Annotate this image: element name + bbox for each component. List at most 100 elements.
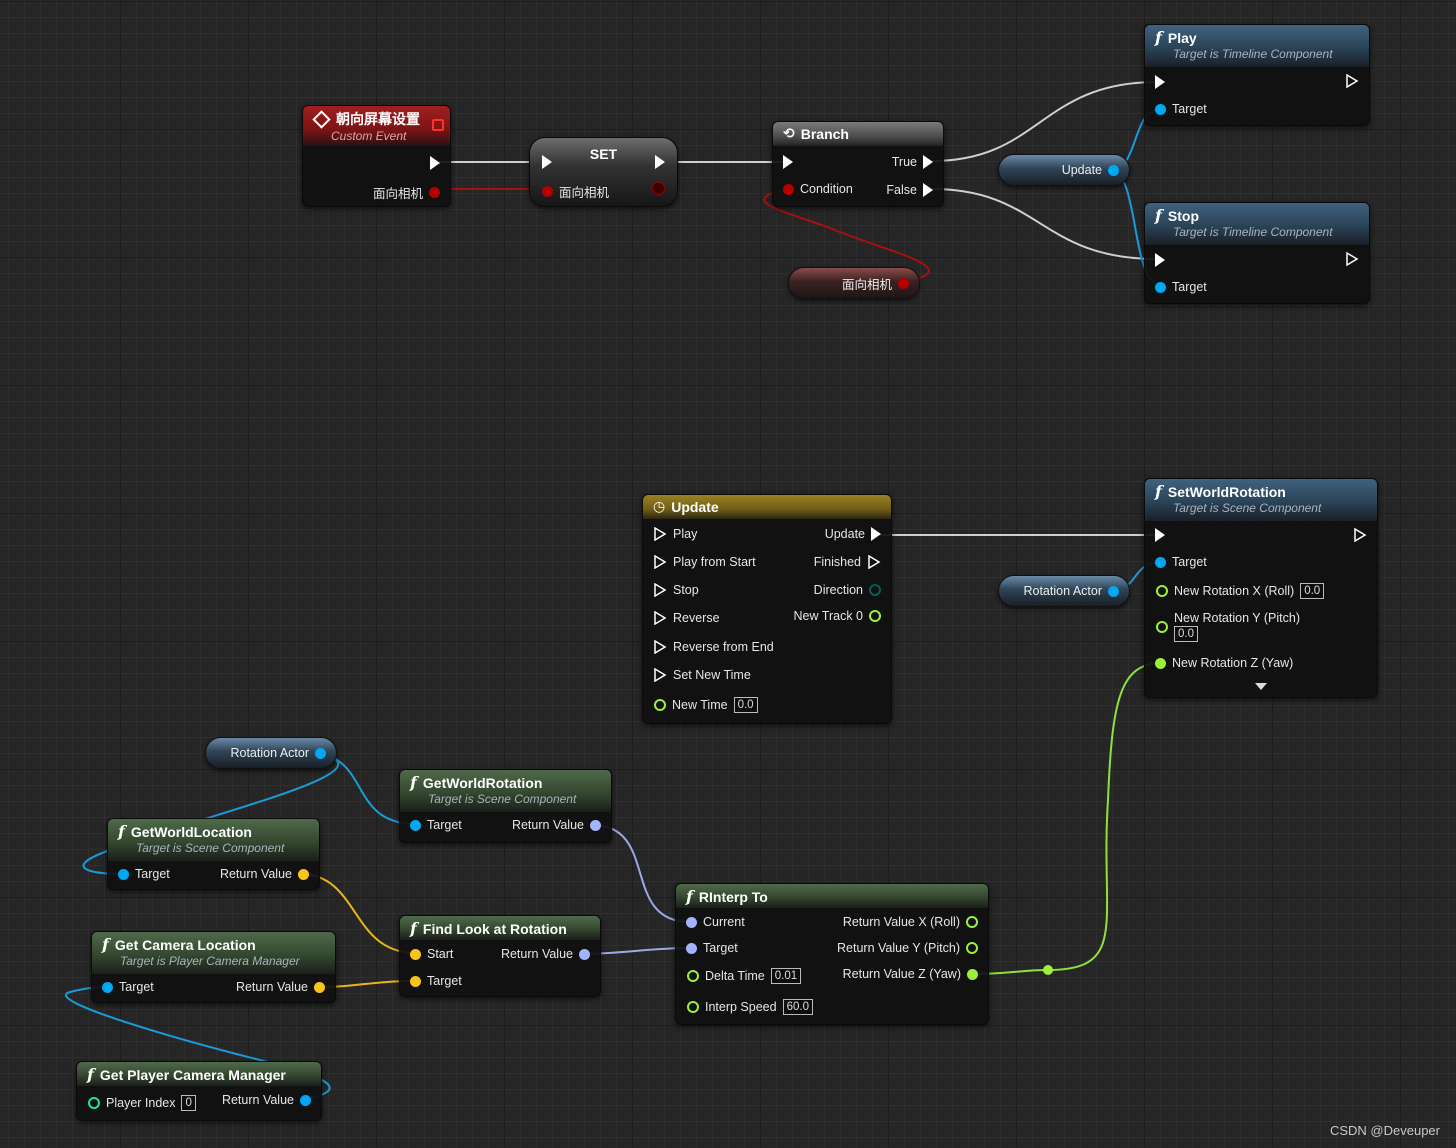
- float-out-pin-connected[interactable]: [967, 968, 978, 980]
- wire-exec-true-play: [931, 81, 1158, 162]
- custom-event-node[interactable]: 朝向屏幕设置 Custom Event 面向相机: [302, 105, 451, 207]
- facing-camera-variable[interactable]: 面向相机: [788, 267, 920, 299]
- exec-out-pin[interactable]: [1345, 74, 1359, 88]
- play-node[interactable]: f Play Target is Timeline Component Targe…: [1144, 24, 1370, 126]
- function-icon: f: [410, 919, 417, 938]
- set-node[interactable]: SET 面向相机: [529, 137, 678, 207]
- float-in-pin[interactable]: [1156, 621, 1168, 633]
- rotation-actor-variable[interactable]: Rotation Actor: [205, 737, 337, 769]
- target-pin[interactable]: [1155, 103, 1166, 115]
- exec-in-pin[interactable]: [653, 527, 667, 541]
- delta-time-field[interactable]: 0.01: [770, 968, 802, 984]
- bool-out-pin[interactable]: [898, 277, 909, 289]
- rotator-out-pin[interactable]: [590, 819, 601, 831]
- target-pin[interactable]: [1155, 281, 1166, 293]
- rinterp-current-label: Current: [703, 915, 745, 929]
- get-world-rotation-node[interactable]: f GetWorldRotation Target is Scene Compon…: [399, 769, 612, 843]
- function-icon: f: [1155, 28, 1162, 47]
- exec-in-pin[interactable]: [1155, 528, 1165, 542]
- vector-out-pin[interactable]: [314, 981, 325, 993]
- rotation-actor-variable[interactable]: Rotation Actor: [998, 575, 1130, 607]
- rinterp-title: RInterp To: [698, 888, 768, 905]
- float-in-pin[interactable]: [687, 1001, 699, 1013]
- exec-out-pin[interactable]: [867, 555, 881, 569]
- reroute-knot[interactable]: [1043, 965, 1053, 975]
- roll-field[interactable]: 0.0: [1300, 583, 1325, 599]
- pitch-field[interactable]: 0.0: [1174, 626, 1198, 642]
- new-time-field[interactable]: 0.0: [733, 697, 758, 713]
- expand-arrow-icon[interactable]: [1255, 683, 1267, 690]
- bool-out-pin[interactable]: [652, 182, 665, 195]
- exec-out-pin[interactable]: [1353, 528, 1367, 542]
- bool-out-pin[interactable]: [429, 187, 440, 198]
- exec-out-pin[interactable]: [871, 527, 881, 541]
- get-world-location-node[interactable]: f GetWorldLocation Target is Scene Compon…: [107, 818, 320, 890]
- exec-in-pin[interactable]: [653, 583, 667, 597]
- function-icon: f: [686, 887, 693, 906]
- interp-speed-field[interactable]: 60.0: [782, 999, 813, 1015]
- timeline-input-play-from-start: Play from Start: [673, 555, 756, 569]
- exec-out-pin[interactable]: [1345, 252, 1359, 266]
- exec-in-pin[interactable]: [653, 611, 667, 625]
- play-target-label: Target: [1172, 102, 1207, 116]
- rotator-in-pin[interactable]: [686, 942, 697, 954]
- exec-in-pin[interactable]: [542, 155, 552, 169]
- exec-in-pin[interactable]: [653, 555, 667, 569]
- get-player-camera-manager-node[interactable]: f Get Player Camera Manager Player Index 0…: [76, 1061, 322, 1121]
- ret-z-label: Return Value Z (Yaw): [842, 967, 961, 981]
- vector-out-pin[interactable]: [298, 868, 309, 880]
- delegate-pin-icon[interactable]: [432, 119, 444, 131]
- facing-camera-label: 面向相机: [841, 277, 892, 292]
- exec-in-pin[interactable]: [653, 640, 667, 654]
- float-in-pin-connected[interactable]: [1155, 657, 1166, 669]
- float-out-pin[interactable]: [966, 942, 978, 954]
- branch-node[interactable]: ⟲ Branch Condition True False: [772, 121, 944, 207]
- exec-in-pin[interactable]: [1155, 253, 1165, 267]
- target-pin[interactable]: [102, 981, 113, 993]
- object-out-pin[interactable]: [300, 1094, 311, 1106]
- rinterp-to-node[interactable]: f RInterp To Current Target Delta Time 0.0…: [675, 883, 989, 1025]
- bool-in-pin[interactable]: [542, 186, 553, 197]
- enum-out-pin[interactable]: [869, 584, 881, 596]
- stop-title: Stop: [1167, 207, 1199, 224]
- float-out-pin[interactable]: [966, 916, 978, 928]
- vector-in-pin[interactable]: [410, 975, 421, 987]
- player-index-label: Player Index: [106, 1096, 176, 1110]
- update-variable[interactable]: Update: [998, 154, 1130, 186]
- target-pin[interactable]: [1155, 556, 1166, 568]
- stop-node[interactable]: f Stop Target is Timeline Component Targe…: [1144, 202, 1370, 304]
- setrot-target-label: Target: [1172, 555, 1207, 569]
- vector-in-pin[interactable]: [410, 948, 421, 960]
- object-out-pin[interactable]: [1108, 585, 1119, 597]
- exec-out-pin[interactable]: [430, 156, 440, 170]
- exec-in-pin[interactable]: [783, 155, 793, 169]
- getloc-ret-label: Return Value: [219, 867, 292, 881]
- exec-in-pin[interactable]: [1155, 75, 1165, 89]
- float-in-pin[interactable]: [1156, 585, 1168, 597]
- target-pin[interactable]: [410, 819, 421, 831]
- wire-exec-false-stop: [931, 188, 1158, 260]
- timeline-node[interactable]: ◷ Update Play Play from Start Stop Revers…: [642, 494, 892, 724]
- int-in-pin[interactable]: [88, 1097, 100, 1109]
- true-exec-pin[interactable]: [923, 155, 933, 169]
- float-out-pin[interactable]: [869, 610, 881, 622]
- condition-label: Condition: [800, 182, 853, 196]
- find-look-at-rotation-node[interactable]: f Find Look at Rotation Start Target Retu…: [399, 915, 601, 997]
- camloc-title: Get Camera Location: [114, 936, 256, 953]
- set-world-rotation-node[interactable]: f SetWorldRotation Target is Scene Compon…: [1144, 478, 1378, 698]
- float-in-pin[interactable]: [654, 699, 666, 711]
- condition-pin[interactable]: [783, 183, 794, 195]
- roll-label: New Rotation X (Roll): [1174, 584, 1295, 598]
- exec-in-pin[interactable]: [653, 668, 667, 682]
- player-index-field[interactable]: 0: [181, 1095, 196, 1111]
- object-out-pin[interactable]: [315, 747, 326, 759]
- target-pin[interactable]: [118, 868, 129, 880]
- float-in-pin[interactable]: [687, 970, 699, 982]
- false-exec-pin[interactable]: [923, 183, 933, 197]
- object-out-pin[interactable]: [1108, 164, 1119, 176]
- get-camera-location-node[interactable]: f Get Camera Location Target is Player Ca…: [91, 931, 336, 1003]
- rotator-out-pin[interactable]: [579, 948, 590, 960]
- timeline-output-new-track: New Track 0: [793, 609, 863, 623]
- rotator-in-pin[interactable]: [686, 916, 697, 928]
- exec-out-pin[interactable]: [655, 155, 665, 169]
